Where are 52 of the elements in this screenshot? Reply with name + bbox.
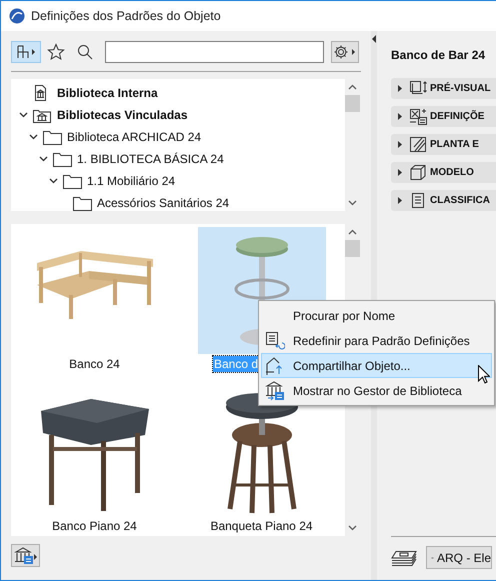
window-title: Definições dos Padrões do Objeto — [31, 8, 221, 25]
menu-item[interactable]: Mostrar no Gestor de Biblioteca — [261, 378, 492, 403]
search-field[interactable] — [105, 41, 324, 63]
cursor-icon — [478, 365, 490, 384]
scroll-up-icon — [348, 84, 357, 90]
settings-icon — [409, 108, 427, 125]
menu-item[interactable]: Redefinir para Padrão Definições — [261, 328, 492, 353]
section-header[interactable]: MODELO — [391, 162, 496, 183]
preview-icon — [409, 80, 427, 97]
library-icon — [14, 546, 38, 564]
library-folder-icon — [33, 108, 51, 122]
list-icon — [265, 330, 285, 350]
object-title: Banco de Bar 24 — [391, 47, 486, 64]
tree-item[interactable]: Biblioteca ARCHICAD 24 — [67, 128, 202, 146]
search-icon — [77, 44, 93, 60]
section-header[interactable]: CLASSIFICA — [391, 190, 496, 211]
model-icon — [409, 164, 427, 181]
scroll-down-icon — [348, 525, 357, 531]
menu-item[interactable]: Compartilhar Objeto... — [261, 353, 492, 378]
settings-button[interactable] — [331, 41, 359, 63]
layer-button[interactable]: ARQ - Ele — [426, 546, 492, 569]
classification-icon — [409, 192, 427, 209]
tree-item[interactable]: 1. BIBLIOTECA BÁSICA 24 — [77, 150, 224, 168]
library-icon — [265, 380, 285, 400]
scroll-down-icon — [348, 200, 357, 206]
tree-item[interactable]: 1.1 Mobiliário 24 — [87, 172, 176, 190]
folder-icon — [53, 152, 72, 166]
scrollbar-thumb[interactable] — [345, 95, 360, 112]
layers-icon — [391, 550, 417, 566]
object-label[interactable]: Banco 24 — [68, 356, 121, 372]
plan-icon — [409, 136, 427, 153]
scroll-up-icon — [348, 229, 357, 235]
tree-item[interactable]: Bibliotecas Vinculadas — [57, 106, 188, 124]
section-header[interactable]: PRÉ-VISUAL — [391, 78, 496, 99]
folder-icon — [43, 130, 62, 144]
scrollbar-thumb[interactable] — [345, 240, 360, 257]
document-icon — [33, 85, 48, 101]
tree-item[interactable]: Biblioteca Interna — [57, 84, 158, 102]
object-label[interactable]: Banqueta Piano 24 — [209, 518, 314, 534]
object-view-button[interactable] — [11, 41, 41, 63]
folder-icon — [63, 174, 82, 188]
chair-icon — [15, 45, 37, 59]
section-header[interactable]: PLANTA E — [391, 134, 496, 155]
gear-icon — [333, 44, 357, 60]
collapse-arrow-icon — [372, 35, 376, 43]
object-label[interactable]: Banco Piano 24 — [51, 518, 138, 534]
section-header[interactable]: DEFINIÇÕE — [391, 106, 496, 127]
app-logo-icon — [9, 8, 25, 24]
star-icon — [47, 43, 65, 61]
tree-item[interactable]: Acessórios Sanitários 24 — [97, 194, 230, 211]
menu-item[interactable]: Procurar por Nome — [261, 303, 492, 328]
library-manager-button[interactable] — [11, 544, 40, 567]
